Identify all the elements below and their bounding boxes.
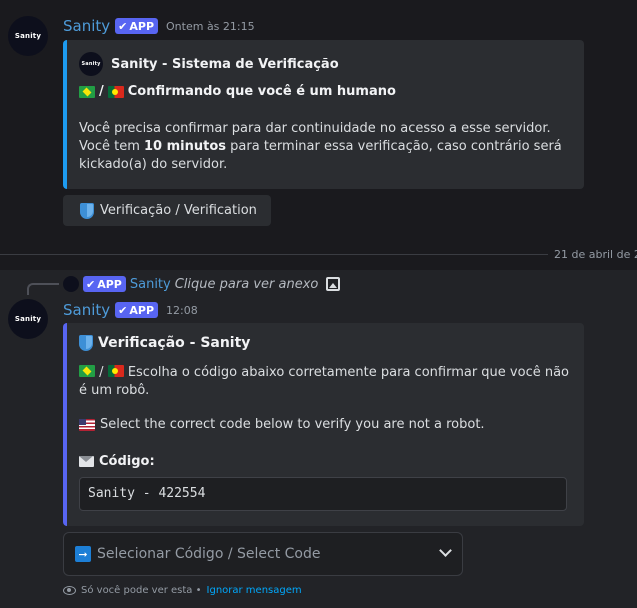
- embed-title: Verificação - Sanity: [79, 335, 250, 351]
- us-flag-icon: [79, 418, 95, 431]
- message-header-2: Sanity ✔ APP 12:08: [63, 301, 198, 319]
- code-select[interactable]: ➞ Selecionar Código / Select Code: [63, 532, 463, 576]
- embed-description: Você precisa confirmar para dar continui…: [79, 120, 574, 174]
- dismiss-message-link[interactable]: Ignorar mensagem: [207, 585, 302, 596]
- ephemeral-notice: Só você pode ver esta • Ignorar mensagem: [63, 585, 302, 596]
- reply-app-badge: ✔ APP: [83, 276, 126, 292]
- brazil-flag-icon-2: [79, 365, 95, 377]
- shield-icon: [80, 202, 94, 219]
- embed-author-icon-text: Sanity: [81, 61, 101, 67]
- app-badge-label: APP: [129, 19, 155, 33]
- reply-preview[interactable]: ✔ APP Sanity Clique para ver anexo: [63, 276, 341, 292]
- code-value: Sanity - 422554: [88, 486, 206, 501]
- app-badge-label-2: APP: [129, 303, 155, 317]
- reply-app-badge-label: APP: [97, 277, 122, 291]
- check-icon: ✔: [118, 19, 128, 33]
- bot-avatar-2[interactable]: Sanity: [8, 299, 48, 339]
- reply-avatar: [63, 276, 79, 292]
- verification-embed: Sanity Sanity - Sistema de Verificação /…: [63, 40, 584, 189]
- avatar-logo-text-2: Sanity: [14, 315, 42, 323]
- flag-separator-2: /: [99, 365, 104, 380]
- verification-button[interactable]: Verificação / Verification: [63, 195, 271, 226]
- portugal-flag-icon-2: [107, 365, 124, 377]
- reply-text: Clique para ver anexo: [174, 276, 319, 292]
- embed-author: Sanity Sanity - Sistema de Verificação: [79, 52, 339, 76]
- ephemeral-text: Só você pode ver esta •: [81, 585, 202, 596]
- embed-heading: / Confirmando que você é um humano: [79, 84, 396, 99]
- timestamp: Ontem às 21:15: [166, 19, 255, 33]
- flag-separator: /: [99, 84, 104, 99]
- embed-pt-line: / Escolha o código abaixo corretamente p…: [79, 364, 574, 400]
- date-divider-label: 21 de abril de 20: [548, 248, 637, 261]
- code-label: Código:: [99, 454, 155, 469]
- author-name-2[interactable]: Sanity: [63, 301, 110, 319]
- code-block: Sanity - 422554: [79, 477, 567, 511]
- avatar-logo-text: Sanity: [14, 32, 42, 40]
- eye-icon: [63, 586, 76, 595]
- bot-avatar[interactable]: Sanity: [8, 16, 48, 56]
- app-badge: ✔ APP: [115, 18, 159, 34]
- en-instruction: Select the correct code below to verify …: [100, 417, 485, 432]
- code-label-row: Código:: [79, 454, 155, 469]
- reply-spine: [27, 283, 59, 295]
- message-header: Sanity ✔ APP Ontem às 21:15: [63, 17, 255, 35]
- envelope-icon: [79, 456, 94, 467]
- shield-icon-2: [79, 335, 93, 351]
- embed-title-text: Verificação - Sanity: [98, 335, 251, 351]
- reply-check-icon: ✔: [86, 277, 96, 291]
- embed-en-line: Select the correct code below to verify …: [79, 417, 485, 432]
- select-placeholder: Selecionar Código / Select Code: [97, 546, 321, 562]
- verification-button-label: Verificação / Verification: [100, 203, 257, 218]
- embed-author-icon: Sanity: [79, 52, 103, 76]
- description-bold: 10 minutos: [144, 139, 227, 154]
- image-icon: [326, 277, 341, 291]
- portugal-flag-icon: [107, 85, 124, 98]
- author-name[interactable]: Sanity: [63, 17, 110, 35]
- app-badge-2: ✔ APP: [115, 302, 159, 318]
- timestamp-2: 12:08: [166, 303, 198, 317]
- brazil-flag-icon: [79, 85, 95, 98]
- arrow-right-icon: ➞: [75, 546, 91, 562]
- chevron-down-icon: [439, 544, 452, 557]
- embed-author-name: Sanity - Sistema de Verificação: [111, 56, 339, 72]
- embed-heading-text: Confirmando que você é um humano: [127, 84, 396, 99]
- date-divider-line: [0, 254, 637, 255]
- reply-author: Sanity: [129, 276, 171, 292]
- check-icon-2: ✔: [118, 303, 128, 317]
- code-embed: Verificação - Sanity / Escolha o código …: [63, 323, 584, 526]
- pt-instruction: Escolha o código abaixo corretamente par…: [79, 365, 569, 398]
